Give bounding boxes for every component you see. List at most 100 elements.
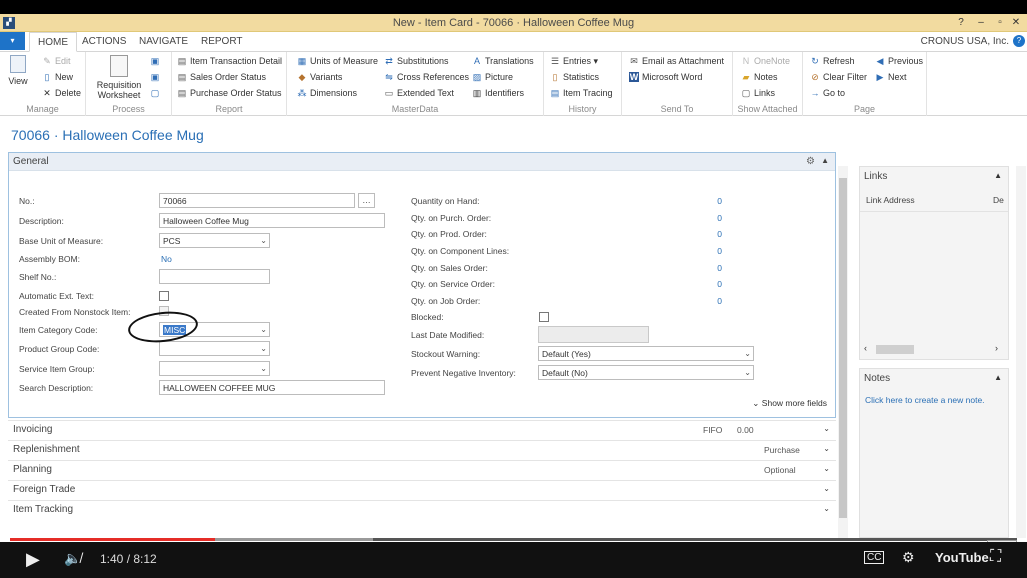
tab-report[interactable]: REPORT [201, 36, 243, 47]
fasttab-replenishment[interactable]: Replenishment Purchase ⌄ [8, 440, 836, 459]
right-scrollbar[interactable] [1016, 166, 1026, 538]
ribbon-group-send-to: ✉ Email as Attachment W Microsoft Word Sen… [622, 52, 733, 116]
statistics-icon: ▯ [552, 72, 558, 82]
qty-job-value[interactable]: 0 [702, 296, 722, 306]
purchase-order-status-button[interactable]: ▤ Purchase Order Status [177, 86, 282, 100]
refresh-button[interactable]: ↻ Refresh [810, 54, 854, 68]
service-item-group-select[interactable]: ⌄ [159, 361, 270, 376]
help-question-icon[interactable]: ? [950, 15, 972, 30]
ribbon-group-show-attached: N OneNote ▰ Notes ▢ Links Show Attached [733, 52, 803, 116]
scroll-left-icon[interactable]: ‹ [864, 343, 867, 353]
qty-service-value[interactable]: 0 [702, 279, 722, 289]
file-menu-button[interactable]: ▾ [0, 32, 25, 50]
microsoft-word-button[interactable]: W Microsoft Word [629, 70, 702, 84]
chevron-down-icon: ⌄ [260, 325, 267, 334]
collapse-chevron-icon[interactable]: ▲ [994, 373, 1002, 382]
reordering-policy-value: Optional [764, 465, 796, 475]
previous-button[interactable]: ◀ Previous [875, 54, 923, 68]
horizontal-scrollbar-thumb[interactable] [876, 345, 914, 354]
identifiers-button[interactable]: ▥ Identifiers [472, 86, 524, 100]
prevent-negative-select[interactable]: Default (No) ⌄ [538, 365, 754, 380]
tab-home[interactable]: HOME [29, 32, 77, 52]
fasttab-invoicing[interactable]: Invoicing FIFO 0.00 ⌄ [8, 420, 836, 439]
requisition-worksheet-button[interactable]: Requisition Worksheet [94, 55, 144, 100]
description-field[interactable]: Halloween Coffee Mug [159, 213, 385, 228]
show-more-fields-link[interactable]: ⌄ Show more fields [752, 398, 827, 409]
main-scrollbar[interactable] [838, 166, 848, 538]
extended-text-button[interactable]: ▭ Extended Text [384, 86, 454, 100]
last-modified-field [538, 326, 649, 343]
main-scrollbar-thumb[interactable] [839, 178, 847, 518]
settings-gear-icon[interactable]: ⚙ [902, 549, 915, 566]
app-window: ▞ New - Item Card - 70066 · Halloween Co… [0, 14, 1027, 542]
notes-button[interactable]: ▰ Notes [741, 70, 778, 84]
notes-factbox: Notes ▲ Click here to create a new note. [859, 368, 1009, 538]
process-icon-2: ▣ [150, 72, 160, 82]
search-description-field[interactable]: HALLOWEEN COFFEE MUG [159, 380, 385, 395]
view-button[interactable]: View [6, 55, 30, 86]
base-uom-select[interactable]: PCS ⌄ [159, 233, 270, 248]
process-action-3[interactable]: ▢ [150, 86, 163, 100]
qty-on-hand-value[interactable]: 0 [702, 196, 722, 206]
group-label-report: Report [215, 104, 243, 114]
item-tracing-button[interactable]: ▤ Item Tracing [550, 86, 613, 100]
mute-icon[interactable]: 🔈̸ [64, 550, 81, 567]
cross-references-button[interactable]: ⇋ Cross References [384, 70, 469, 84]
item-transaction-detail-button[interactable]: ▤ Item Transaction Detail [177, 54, 282, 68]
youtube-logo-icon[interactable]: YouTube [935, 550, 989, 565]
units-of-measure-button[interactable]: ▦ Units of Measure [297, 54, 378, 68]
fullscreen-icon[interactable]: ⛶ [990, 548, 1001, 566]
onenote-button[interactable]: N OneNote [741, 54, 790, 68]
close-button[interactable]: ✕ [1005, 15, 1027, 30]
email-as-attachment-button[interactable]: ✉ Email as Attachment [629, 54, 724, 68]
next-button[interactable]: ▶ Next [875, 70, 907, 84]
qty-purch-value[interactable]: 0 [702, 213, 722, 223]
tab-actions[interactable]: ACTIONS [82, 36, 126, 47]
company-name[interactable]: CRONUS USA, Inc. [921, 36, 1009, 47]
qty-prod-value[interactable]: 0 [702, 229, 722, 239]
captions-icon[interactable]: CC [864, 551, 885, 564]
clear-filter-button[interactable]: ⊘ Clear Filter [810, 70, 867, 84]
product-group-select[interactable]: ⌄ [159, 341, 270, 356]
chevron-down-icon: ⌄ [744, 349, 751, 358]
translations-button[interactable]: A Translations [472, 54, 534, 68]
help-icon[interactable]: ? [1013, 35, 1025, 47]
sales-order-status-button[interactable]: ▤ Sales Order Status [177, 70, 266, 84]
process-action-1[interactable]: ▣ [150, 54, 163, 68]
substitutions-button[interactable]: ⇄ Substitutions [384, 54, 448, 68]
collapse-chevron-icon[interactable]: ▲ [994, 171, 1002, 180]
no-field[interactable]: 70066 [159, 193, 355, 208]
links-button[interactable]: ▢ Links [741, 86, 775, 100]
shelf-no-field[interactable] [159, 269, 270, 284]
fasttab-item-tracking[interactable]: Item Tracking ⌄ [8, 500, 836, 519]
dimensions-button[interactable]: ⁂ Dimensions [297, 86, 358, 100]
entries-button[interactable]: ☰ Entries ▾ [550, 54, 598, 68]
go-to-button[interactable]: → Go to [810, 86, 846, 100]
assist-edit-button[interactable]: … [358, 193, 375, 208]
fasttab-foreign-trade[interactable]: Foreign Trade ⌄ [8, 480, 836, 499]
qty-component-value[interactable]: 0 [702, 246, 722, 256]
delete-button[interactable]: ✕ Delete [42, 86, 81, 100]
qty-sales-value[interactable]: 0 [702, 263, 722, 273]
tab-navigate[interactable]: NAVIGATE [139, 36, 188, 47]
collapse-chevron-icon[interactable]: ▲ [821, 156, 829, 165]
picture-button[interactable]: ▨ Picture [472, 70, 513, 84]
fasttab-planning[interactable]: Planning Optional ⌄ [8, 460, 836, 479]
delete-icon: ✕ [43, 88, 51, 98]
video-progress-bar[interactable] [10, 538, 1017, 541]
stockout-warning-select[interactable]: Default (Yes) ⌄ [538, 346, 754, 361]
assembly-bom-value[interactable]: No [161, 254, 172, 264]
statistics-button[interactable]: ▯ Statistics [550, 70, 600, 84]
play-icon[interactable]: ▶ [26, 549, 40, 570]
customize-gear-icon[interactable]: ⚙ [806, 156, 815, 167]
create-note-link[interactable]: Click here to create a new note. [865, 395, 985, 405]
chevron-down-icon: ⌄ [260, 236, 267, 245]
variants-button[interactable]: ◆ Variants [297, 70, 343, 84]
new-button[interactable]: ▯ New [42, 70, 74, 84]
scroll-right-icon[interactable]: › [995, 343, 998, 353]
general-header[interactable]: General ⚙ ▲ [9, 153, 835, 171]
automatic-ext-text-checkbox[interactable] [159, 291, 169, 301]
edit-button[interactable]: ✎ Edit [42, 54, 70, 68]
process-action-2[interactable]: ▣ [150, 70, 163, 84]
blocked-checkbox[interactable] [539, 312, 549, 322]
